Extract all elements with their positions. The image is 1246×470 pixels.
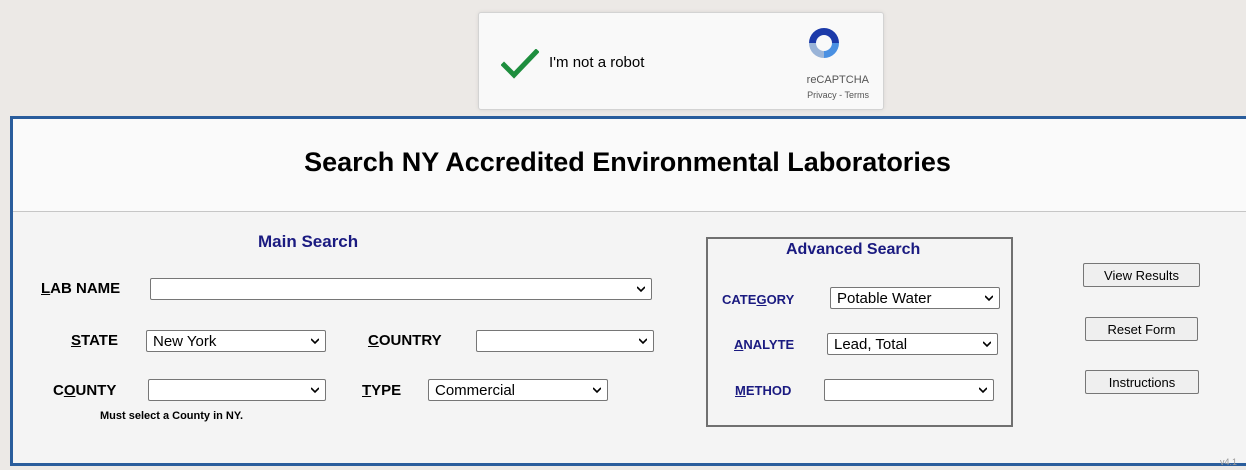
method-label: METHOD bbox=[735, 383, 792, 398]
recaptcha-widget: I'm not a robot reCAPTCHA Privacy - Term… bbox=[478, 12, 884, 110]
analyte-select[interactable]: Lead, Total bbox=[827, 333, 998, 355]
chevron-down-icon bbox=[593, 387, 601, 394]
type-select[interactable]: Commercial bbox=[428, 379, 608, 401]
reset-form-button[interactable]: Reset Form bbox=[1085, 317, 1198, 341]
chevron-down-icon bbox=[311, 338, 319, 345]
page-title: Search NY Accredited Environmental Labor… bbox=[304, 147, 951, 177]
instructions-button[interactable]: Instructions bbox=[1085, 370, 1199, 394]
chevron-down-icon bbox=[637, 286, 645, 293]
main-search-title: Main Search bbox=[258, 232, 359, 251]
category-select[interactable]: Potable Water bbox=[830, 287, 1000, 309]
chevron-down-icon bbox=[979, 387, 987, 394]
advanced-search-box: Advanced Search CATEGORY Potable Water A… bbox=[706, 237, 1013, 427]
captcha-brand: reCAPTCHA bbox=[806, 74, 869, 86]
lab-name-select[interactable] bbox=[150, 278, 652, 300]
captcha-label[interactable]: I'm not a robot bbox=[549, 54, 644, 71]
category-value: Potable Water bbox=[837, 290, 932, 307]
advanced-search-title: Advanced Search bbox=[786, 241, 921, 258]
method-select[interactable] bbox=[824, 379, 994, 401]
type-label: TYPE bbox=[362, 382, 402, 399]
country-label: COUNTRY bbox=[368, 332, 442, 349]
category-label: CATEGORY bbox=[722, 292, 795, 307]
chevron-down-icon bbox=[639, 338, 647, 345]
country-select[interactable] bbox=[476, 330, 654, 352]
recaptcha-logo-icon bbox=[807, 26, 841, 65]
chevron-down-icon bbox=[983, 341, 991, 348]
chevron-down-icon bbox=[311, 387, 319, 394]
county-label: COUNTY bbox=[53, 382, 117, 399]
state-value: New York bbox=[153, 333, 217, 350]
lab-name-label: LAB NAME bbox=[41, 280, 121, 297]
chevron-down-icon bbox=[985, 295, 993, 302]
state-select[interactable]: New York bbox=[146, 330, 326, 352]
captcha-links[interactable]: Privacy - Terms bbox=[807, 90, 869, 100]
state-label: STATE bbox=[71, 332, 118, 349]
checkmark-icon[interactable] bbox=[500, 48, 540, 84]
version-label: v4.1 bbox=[1220, 457, 1238, 467]
analyte-label: ANALYTE bbox=[734, 337, 795, 352]
county-select[interactable] bbox=[148, 379, 326, 401]
view-results-button[interactable]: View Results bbox=[1083, 263, 1200, 287]
county-note: Must select a County in NY. bbox=[100, 410, 244, 422]
search-panel: Search NY Accredited Environmental Labor… bbox=[10, 116, 1246, 467]
analyte-value: Lead, Total bbox=[834, 336, 908, 353]
title-bar: Search NY Accredited Environmental Labor… bbox=[13, 119, 1246, 212]
type-value: Commercial bbox=[435, 382, 516, 399]
